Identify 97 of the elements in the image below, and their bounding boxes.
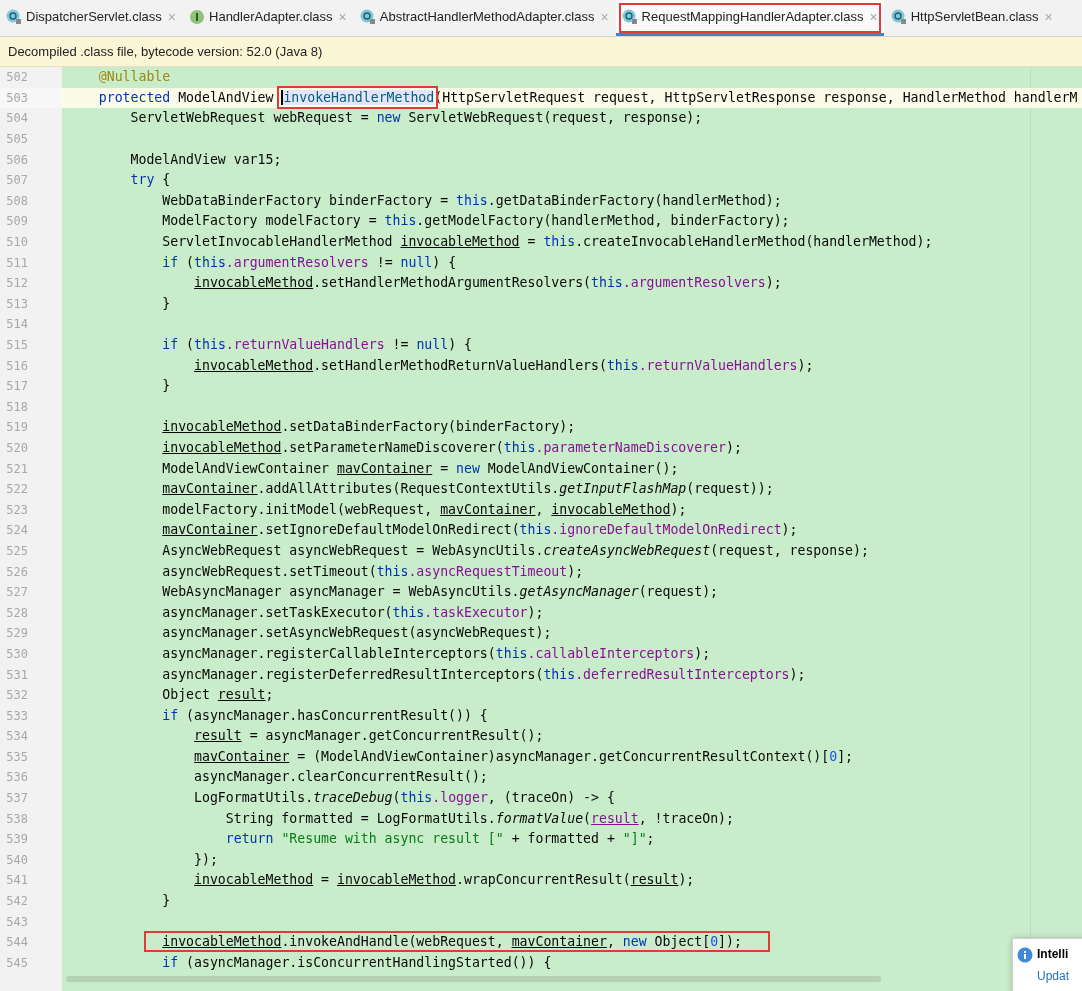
- line-number: 502: [5, 70, 28, 85]
- code-line: protected ModelAndView invokeHandlerMethod(HttpServletRequest request, HttpServletResponse response, HandlerMethod handlerM: [97, 88, 1078, 107]
- code-line: invocableMethod.setParameterNameDiscoverer(this.parameterNameDiscoverer);: [161, 439, 742, 457]
- code-line: ServletInvocableHandlerMethod invocableMethod = this.createInvocableHandlerMethod(handlerMethod);: [161, 233, 933, 252]
- code-line: mavContainer.setIgnoreDefaultModelOnRedirect(this.ignoreDefaultModelOnRedirect);: [161, 521, 798, 540]
- code-line: WebAsyncManager asyncManager = WebAsyncUtils.getAsyncManager(request);: [161, 583, 719, 602]
- code-line: if (this.returnValueHandlers != null) {: [161, 336, 472, 354]
- line-number: 530: [5, 646, 28, 661]
- line-number: 516: [5, 358, 28, 373]
- line-number: 538: [5, 811, 28, 826]
- code-line: WebDataBinderFactory binderFactory = this.getDataBinderFactory(handlerMethod);: [161, 191, 782, 210]
- line-number: 518: [5, 399, 28, 414]
- line-number: 525: [5, 543, 28, 558]
- code-line: mavContainer.addAllAttributes(RequestContextUtils.getInputFlashMap(request));: [161, 480, 774, 499]
- line-number: 535: [5, 749, 28, 764]
- code-line: LogFormatUtils.traceDebug(this.logger, (traceOn) -> {: [193, 789, 615, 808]
- line-number: 514: [5, 317, 28, 332]
- code-line: modelFactory.initModel(webRequest, mavContainer, invocableMethod);: [161, 500, 687, 519]
- code-line: if (this.argumentResolvers != null) {: [161, 253, 457, 272]
- line-number: 504: [5, 111, 28, 126]
- code-line: ModelAndView var15;: [129, 150, 282, 169]
- code-line: }: [161, 892, 171, 911]
- line-number: 519: [5, 420, 28, 435]
- code-line: try {: [129, 171, 171, 190]
- notification-title: Intelli: [1037, 947, 1070, 963]
- editor-tab[interactable]: DispatcherServlet.class ×: [0, 0, 182, 36]
- line-number: 520: [5, 441, 28, 455]
- update-link[interactable]: Updat: [1037, 969, 1082, 983]
- code-line: asyncManager.registerCallableInterceptors(this.callableInterceptors);: [161, 644, 711, 663]
- code-line: asyncWebRequest.setTimeout(this.asyncRequestTimeout);: [161, 562, 584, 581]
- line-number: 513: [5, 296, 28, 311]
- line-number: 534: [5, 729, 28, 744]
- line-number: 536: [5, 770, 28, 785]
- line-number: 505: [5, 132, 28, 147]
- line-number: 539: [5, 832, 28, 847]
- line-number: 512: [5, 276, 28, 291]
- line-number: 523: [5, 502, 28, 517]
- code-line: asyncManager.clearConcurrentResult();: [193, 768, 488, 787]
- code-line: return "Resume with async result [" + formatted + "]";: [224, 830, 655, 849]
- line-number: 526: [5, 564, 28, 579]
- line-number: 544: [5, 935, 28, 950]
- code-line: AsyncWebRequest asyncWebRequest = WebAsyncUtils.createAsyncWebRequest(request, response);: [161, 541, 869, 560]
- line-number: 531: [5, 667, 28, 682]
- code-line: result = asyncManager.getConcurrentResult();: [193, 727, 544, 746]
- line-number: 527: [5, 585, 28, 600]
- line-number: 517: [5, 379, 28, 394]
- tab-label: HandlerAdapter.class: [209, 9, 333, 24]
- line-number: 540: [5, 852, 28, 867]
- tab-label: AbstractHandlerMethodAdapter.class: [379, 9, 595, 24]
- line-number: 532: [5, 688, 28, 703]
- line-number: 528: [5, 605, 28, 620]
- line-number: 509: [5, 214, 28, 229]
- editor-tab[interactable]: RequestMappingHandlerAdapter.class ×: [615, 0, 884, 36]
- code-line: Object result;: [161, 686, 274, 705]
- code-line: String formatted = LogFormatUtils.formatValue(result, !traceOn);: [224, 809, 734, 828]
- editor-tab[interactable]: HttpServletBean.class ×: [884, 0, 1059, 36]
- line-number: 506: [5, 152, 28, 167]
- line-number: 537: [5, 791, 28, 806]
- line-number: 508: [5, 193, 28, 208]
- code-line: if (asyncManager.isConcurrentHandlingStarted()) {: [161, 953, 552, 972]
- code-line: asyncManager.registerDeferredResultInterceptors(this.deferredResultInterceptors);: [161, 665, 806, 684]
- line-number: 522: [5, 482, 28, 497]
- code-line: invocableMethod.setDataBinderFactory(binderFactory);: [161, 418, 576, 437]
- code-line: invocableMethod = invocableMethod.wrapConcurrentResult(result);: [193, 871, 695, 890]
- code-line: });: [193, 850, 218, 869]
- line-number: 543: [5, 914, 28, 929]
- code-line: asyncManager.setAsyncWebRequest(asyncWebRequest);: [161, 624, 552, 643]
- tab-label: RequestMappingHandlerAdapter.class: [641, 9, 864, 24]
- info-bar: Decompiled .class file, bytecode version: 52.0 (Java 8): [0, 37, 1082, 67]
- tab-label: HttpServletBean.class: [910, 9, 1039, 24]
- editor-tab[interactable]: HandlerAdapter.class ×: [183, 0, 353, 36]
- code-line: invocableMethod.setHandlerMethodReturnValueHandlers(this.returnValueHandlers);: [193, 356, 814, 375]
- line-number: 521: [5, 461, 28, 476]
- code-line: if (asyncManager.hasConcurrentResult()) {: [161, 706, 488, 725]
- code-line: @Nullable: [97, 68, 171, 87]
- line-number: 510: [5, 235, 28, 250]
- code-line: mavContainer = (ModelAndViewContainer)asyncManager.getConcurrentResultContext()[0];: [193, 747, 854, 766]
- code-line: invocableMethod.invokeAndHandle(webRequest, mavContainer, new Object[0]);: [67, 932, 768, 953]
- code-line: invocableMethod.setHandlerMethodArgumentResolvers(this.argumentResolvers);: [193, 274, 782, 293]
- code-line: ServletWebRequest webRequest = new ServletWebRequest(request, response);: [129, 109, 703, 128]
- code-line: ModelAndViewContainer mavContainer = new ModelAndViewContainer();: [161, 459, 679, 478]
- code-line: asyncManager.setTaskExecutor(this.taskExecutor);: [161, 603, 544, 622]
- line-number: 524: [5, 523, 28, 538]
- tab-label: DispatcherServlet.class: [26, 9, 162, 24]
- editor-tab[interactable]: AbstractHandlerMethodAdapter.class ×: [353, 0, 615, 36]
- line-number: 507: [5, 173, 28, 188]
- line-number: 503: [5, 90, 28, 105]
- code-line: ModelFactory modelFactory = this.getModelFactory(handlerMethod, binderFactory);: [161, 212, 790, 231]
- line-number: 541: [5, 873, 28, 888]
- code-line: }: [161, 377, 171, 396]
- line-number: 529: [5, 626, 28, 641]
- line-number: 515: [5, 338, 28, 352]
- line-number: 542: [5, 894, 28, 909]
- line-number: 545: [5, 955, 28, 970]
- code-line: }: [161, 294, 171, 313]
- line-number: 533: [5, 708, 28, 723]
- line-number: 511: [5, 255, 28, 270]
